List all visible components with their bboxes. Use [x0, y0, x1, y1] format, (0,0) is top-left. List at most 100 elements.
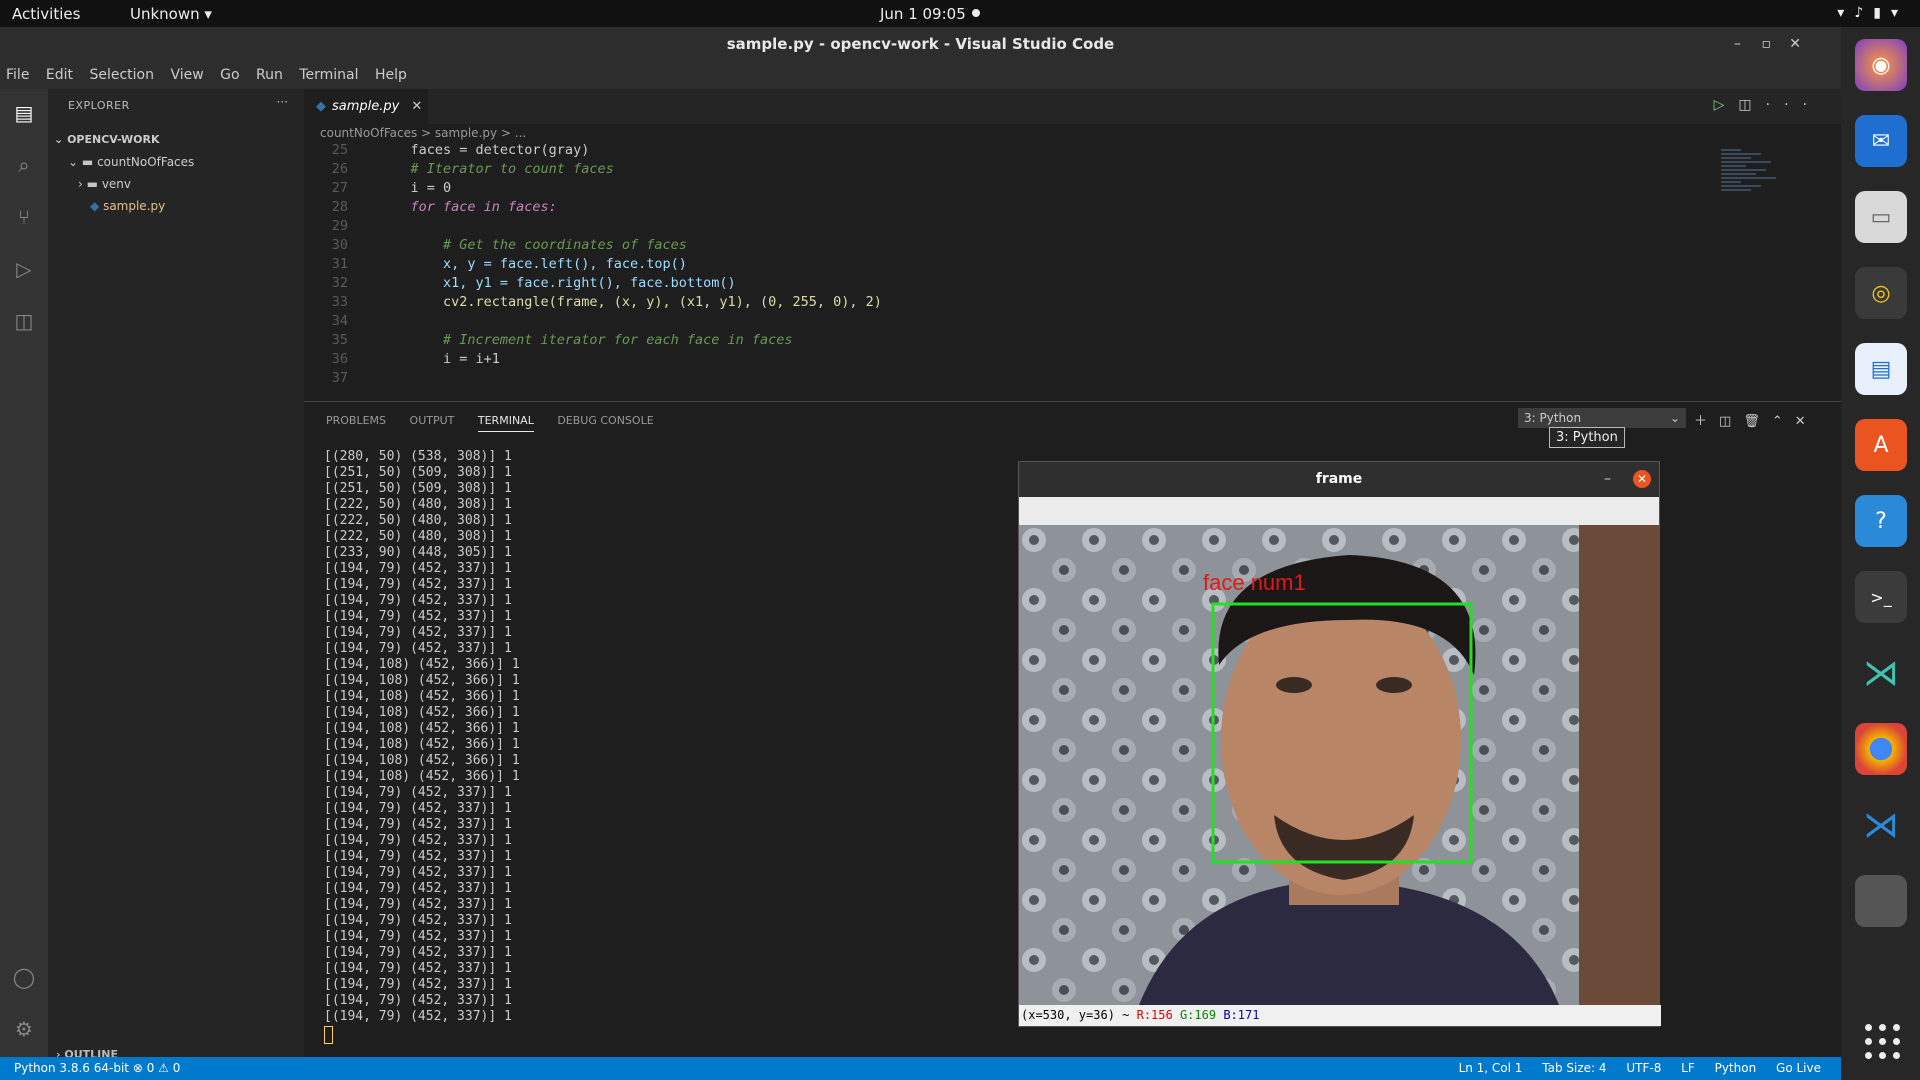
system-tray[interactable]: ▾♪▮▾ — [1837, 5, 1908, 21]
camera-frame-image[interactable]: face num1 — [1019, 525, 1659, 1005]
code-line[interactable]: 29 — [304, 217, 1704, 236]
code-line[interactable]: 37 — [304, 369, 1704, 388]
gear-icon[interactable]: ⚙ — [0, 1009, 48, 1049]
status-bar: Python 3.8.6 64-bit ⊗ 0 ⚠ 0 Ln 1, Col 1 … — [0, 1057, 1841, 1080]
code-text: faces = detector(gray) — [378, 142, 590, 158]
status-tab-size[interactable]: Tab Size: 4 — [1542, 1061, 1606, 1075]
chrome-icon[interactable] — [1855, 723, 1907, 775]
code-line[interactable]: 33 cv2.rectangle(frame, (x, y), (x1, y1)… — [304, 293, 1704, 312]
vscodium-icon[interactable]: ⋊ — [1855, 647, 1907, 699]
run-debug-icon[interactable]: ▷ — [0, 249, 48, 289]
status-cursor-position[interactable]: Ln 1, Col 1 — [1459, 1061, 1523, 1075]
split-terminal-icon[interactable]: ◫ — [1719, 414, 1743, 429]
show-applications-icon[interactable] — [1865, 1024, 1901, 1060]
menu-terminal[interactable]: Terminal — [293, 61, 364, 83]
line-number: 30 — [331, 237, 348, 253]
activity-bar: ▤ ⌕ ⑂ ▷ ◫ ◯ ⚙ — [0, 89, 48, 1069]
new-terminal-icon[interactable]: ＋ — [1694, 414, 1719, 429]
status-left[interactable]: Python 3.8.6 64-bit ⊗ 0 ⚠ 0 — [14, 1057, 180, 1080]
menu-file[interactable]: File — [0, 61, 35, 83]
code-view[interactable]: 25 faces = detector(gray) 26 # Iterator t… — [304, 141, 1704, 388]
terminal-select-label: 3: Python — [1524, 411, 1582, 425]
maximize-icon[interactable]: ▫ — [1762, 27, 1772, 61]
code-line[interactable]: 27 i = 0 — [304, 179, 1704, 198]
vscode-icon[interactable]: ⋊ — [1855, 799, 1907, 851]
tree-folder-countnoofaces[interactable]: ⌄ ▬ countNoOfFaces — [48, 151, 304, 173]
software-icon[interactable]: A — [1855, 419, 1907, 471]
terminal-select[interactable]: 3: Python ⌄ — [1518, 408, 1686, 428]
breadcrumb[interactable]: countNoOfFaces > sample.py > ... — [320, 126, 526, 140]
status-eol[interactable]: LF — [1681, 1061, 1695, 1075]
terminal-icon[interactable]: >_ — [1855, 571, 1907, 623]
code-line[interactable]: 31 x, y = face.left(), face.top() — [304, 255, 1704, 274]
tab-debug-console[interactable]: DEBUG CONSOLE — [557, 414, 653, 427]
close-icon[interactable]: ✕ — [1789, 27, 1801, 61]
split-editor-icon[interactable]: ◫ — [1738, 97, 1765, 113]
tree-file-sample[interactable]: ◆ sample.py — [48, 195, 304, 217]
terminal-line: [(194, 79) (452, 337)] 1 — [324, 625, 512, 640]
frame-toolbar — [1019, 497, 1659, 525]
account-icon[interactable]: ◯ — [0, 957, 48, 997]
status-language[interactable]: Python — [1715, 1061, 1757, 1075]
tab-sample-py[interactable]: ◆ sample.py ✕ — [304, 89, 428, 124]
frame-title-bar[interactable]: frame – ✕ — [1019, 462, 1659, 497]
code-line[interactable]: 35 # Increment iterator for each face in… — [304, 331, 1704, 350]
search-icon[interactable]: ⌕ — [0, 145, 48, 185]
status-encoding[interactable]: UTF-8 — [1626, 1061, 1661, 1075]
menu-run[interactable]: Run — [250, 61, 289, 83]
tree-root[interactable]: ⌄ OPENCV-WORK — [48, 129, 304, 151]
menu-selection[interactable]: Selection — [83, 61, 160, 83]
code-line[interactable]: 25 faces = detector(gray) — [304, 141, 1704, 160]
activities-button[interactable]: Activities — [12, 5, 80, 23]
minimize-icon[interactable]: – — [1604, 462, 1611, 497]
maximize-panel-icon[interactable]: ⌃ — [1772, 414, 1795, 429]
minimize-icon[interactable]: – — [1734, 27, 1741, 61]
pixel-r: R:156 — [1136, 1008, 1173, 1022]
terminal-line: [(194, 79) (452, 337)] 1 — [324, 833, 512, 848]
tab-terminal[interactable]: TERMINAL — [477, 414, 534, 432]
menu-edit[interactable]: Edit — [40, 61, 79, 83]
rhythmbox-icon[interactable]: ◎ — [1855, 267, 1907, 319]
menu-view[interactable]: View — [164, 61, 209, 83]
line-number: 37 — [331, 370, 348, 386]
code-line[interactable]: 30 # Get the coordinates of faces — [304, 236, 1704, 255]
tree-folder-venv[interactable]: › ▬ venv — [48, 173, 304, 195]
minimap[interactable] — [1721, 147, 1781, 257]
run-icon[interactable]: ▷ — [1714, 97, 1739, 113]
writer-icon[interactable]: ▤ — [1855, 343, 1907, 395]
tree-root-label: OPENCV-WORK — [67, 133, 160, 146]
code-line[interactable]: 34 — [304, 312, 1704, 331]
frame-window-icon[interactable] — [1855, 875, 1907, 927]
files-icon[interactable]: ▭ — [1855, 191, 1907, 243]
clock[interactable]: Jun 1 09:05 — [880, 5, 966, 23]
code-line[interactable]: 36 i = i+1 — [304, 350, 1704, 369]
tab-output[interactable]: OUTPUT — [410, 414, 455, 427]
close-icon[interactable]: ✕ — [1633, 470, 1651, 488]
more-actions-icon[interactable]: ··· — [1766, 97, 1821, 113]
source-control-icon[interactable]: ⑂ — [0, 197, 48, 237]
extensions-icon[interactable]: ◫ — [0, 301, 48, 341]
code-line[interactable]: 28 for face in faces: — [304, 198, 1704, 217]
terminal-cursor[interactable] — [324, 1026, 333, 1044]
chevron-down-icon: ⌄ — [68, 155, 79, 169]
battery-icon: ▮ — [1873, 5, 1891, 21]
firefox-icon[interactable]: ◉ — [1855, 39, 1907, 91]
tab-problems[interactable]: PROBLEMS — [326, 414, 386, 427]
close-panel-icon[interactable]: ✕ — [1795, 414, 1818, 429]
code-line[interactable]: 26 # Iterator to count faces — [304, 160, 1704, 179]
trash-icon[interactable]: 🗑 — [1743, 414, 1772, 429]
frame-title: frame — [1315, 471, 1363, 487]
close-icon[interactable]: ✕ — [411, 99, 422, 114]
status-go-live[interactable]: Go Live — [1776, 1061, 1821, 1075]
terminal-line: [(194, 79) (452, 337)] 1 — [324, 849, 512, 864]
app-menu[interactable]: Unknown ▾ — [130, 5, 212, 23]
thunderbird-icon[interactable]: ✉ — [1855, 115, 1907, 167]
terminal-output[interactable]: [(280, 50) (538, 308)] 1 [(251, 50) (509,… — [324, 449, 520, 1044]
menu-help[interactable]: Help — [369, 61, 413, 83]
code-line[interactable]: 32 x1, y1 = face.right(), face.bottom() — [304, 274, 1704, 293]
more-actions-icon[interactable]: ··· — [277, 95, 288, 109]
explorer-icon[interactable]: ▤ — [0, 93, 48, 133]
help-icon[interactable]: ? — [1855, 495, 1907, 547]
editor-actions: ▷◫··· — [1714, 97, 1821, 113]
menu-go[interactable]: Go — [214, 61, 245, 83]
